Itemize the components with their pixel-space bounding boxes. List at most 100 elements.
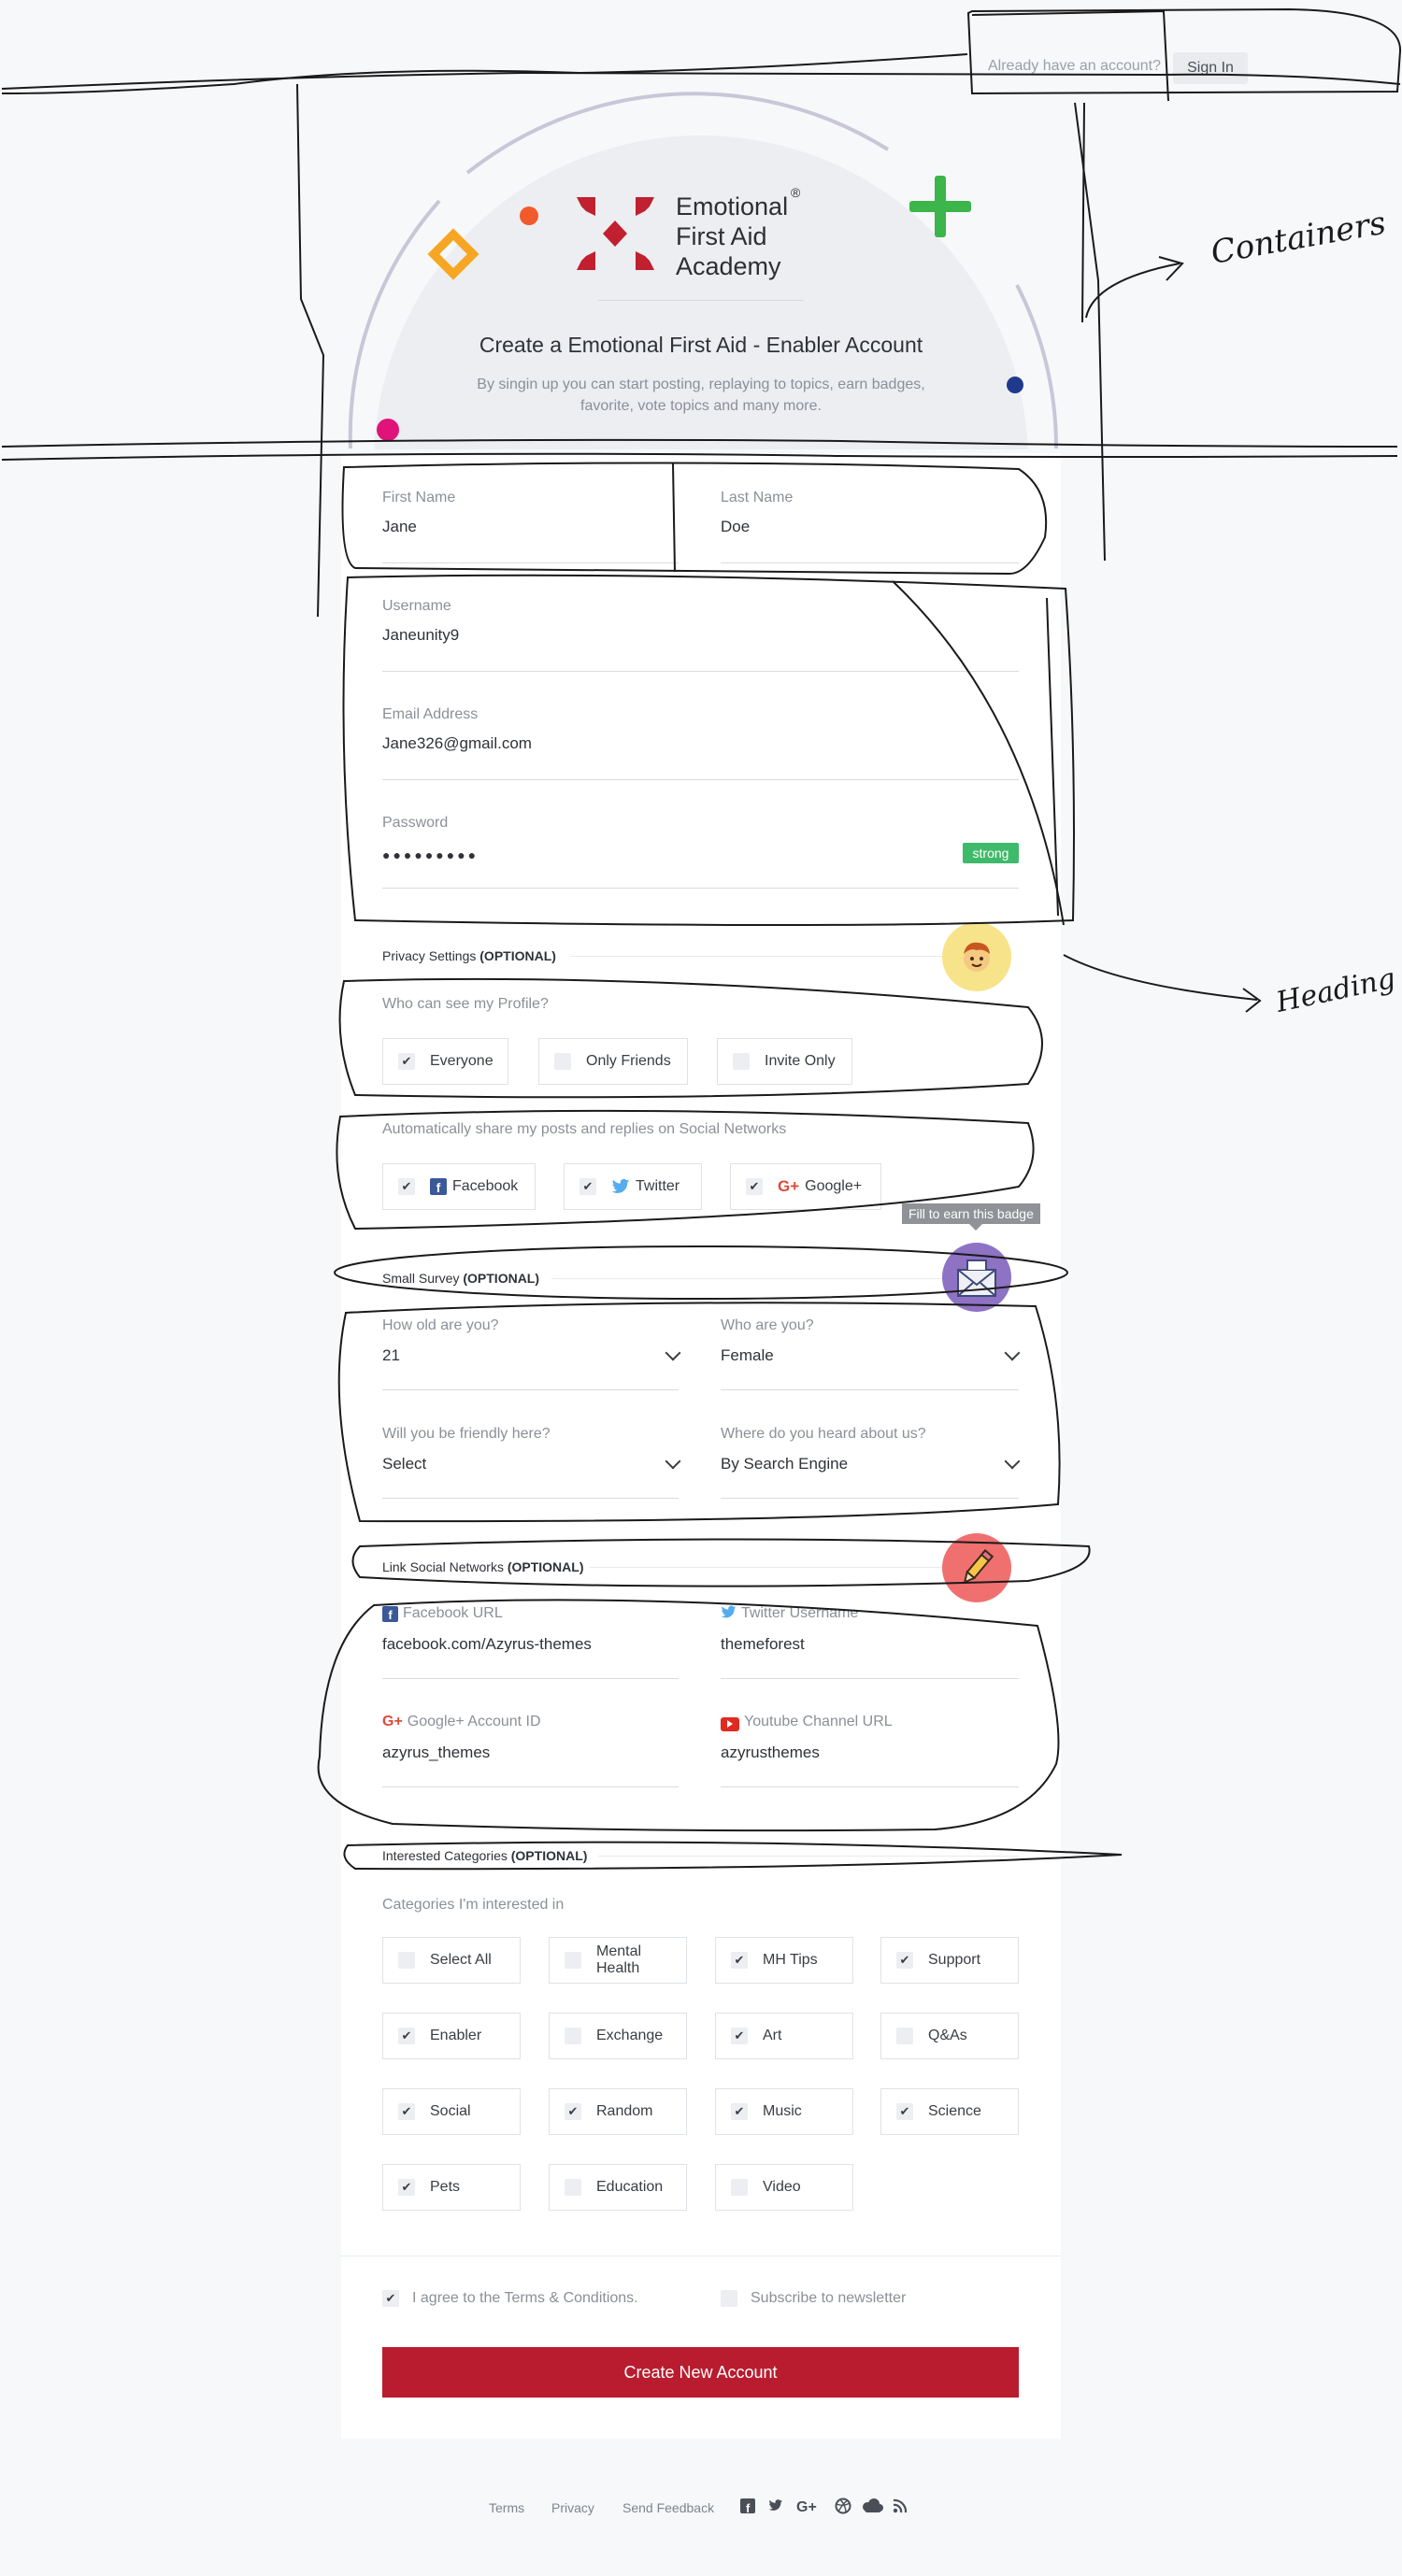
newsletter-label: Subscribe to newsletter xyxy=(751,2290,907,2306)
google-id-label: G+ Google+ Account ID xyxy=(382,1714,541,1730)
checkbox-select-all[interactable] xyxy=(398,1952,415,1969)
share-facebook[interactable]: ✔ f Facebook xyxy=(382,1163,536,1210)
category-mh-tips[interactable]: ✔ MH Tips xyxy=(715,1937,853,1984)
category-pets[interactable]: ✔ Pets xyxy=(382,2164,521,2211)
category-video[interactable]: Video xyxy=(715,2164,853,2211)
logo-text: Emotional First Aid Academy xyxy=(676,192,788,281)
category-enabler[interactable]: ✔ Enabler xyxy=(382,2013,521,2059)
checkbox-social[interactable]: ✔ xyxy=(398,2103,415,2120)
youtube-url-label-text: Youtube Channel URL xyxy=(744,1714,893,1729)
category-science[interactable]: ✔ Science xyxy=(880,2088,1019,2135)
badge-avatar-icon xyxy=(942,922,1011,991)
checkbox-mh-tips[interactable]: ✔ xyxy=(731,1952,748,1969)
twitter-username-underline xyxy=(721,1678,1019,1679)
category-support[interactable]: ✔ Support xyxy=(880,1937,1019,1984)
share-google-plus[interactable]: ✔ G+ Google+ xyxy=(730,1163,881,1210)
twitter-username-field[interactable]: themeforest xyxy=(721,1635,805,1654)
friendly-underline xyxy=(382,1498,679,1499)
google-plus-label: Google+ xyxy=(805,1178,863,1194)
checkbox-exchange[interactable] xyxy=(565,2028,581,2044)
password-label: Password xyxy=(382,815,449,831)
category-education[interactable]: Education xyxy=(549,2164,687,2211)
checkbox-terms[interactable]: ✔ xyxy=(382,2290,399,2307)
facebook-small-icon: f xyxy=(382,1606,398,1622)
checkbox-enabler[interactable]: ✔ xyxy=(398,2028,415,2044)
youtube-icon xyxy=(721,1716,739,1731)
checkbox-art[interactable]: ✔ xyxy=(731,2028,748,2044)
checkbox-newsletter[interactable] xyxy=(721,2290,737,2307)
google-id-field[interactable]: azyrus_themes xyxy=(382,1743,490,1762)
logo-line2: First Aid xyxy=(676,222,767,250)
checkbox-science[interactable]: ✔ xyxy=(896,2103,913,2120)
category-art[interactable]: ✔ Art xyxy=(715,2013,853,2059)
social-optional: (OPTIONAL) xyxy=(507,1559,584,1574)
terms-checkbox-row[interactable]: ✔ I agree to the Terms & Conditions. xyxy=(382,2290,638,2307)
username-field[interactable]: Janeunity9 xyxy=(382,626,459,645)
password-field[interactable]: ●●●●●●●●● xyxy=(382,847,479,862)
category-mental-health[interactable]: Mental Health xyxy=(549,1937,687,1984)
footer-terms-link[interactable]: Terms xyxy=(489,2500,524,2515)
option-invite-only[interactable]: Invite Only xyxy=(717,1038,852,1085)
category-select-all[interactable]: Select All xyxy=(382,1937,521,1984)
footer-feedback-link[interactable]: Send Feedback xyxy=(622,2500,714,2515)
first-name-field[interactable]: Jane xyxy=(382,518,417,536)
checkbox-education[interactable] xyxy=(565,2179,581,2196)
youtube-url-label: Youtube Channel URL xyxy=(721,1714,893,1731)
checkbox-invite-only[interactable] xyxy=(733,1053,750,1070)
youtube-url-field[interactable]: azyrusthemes xyxy=(721,1743,820,1762)
logo-line1: Emotional xyxy=(676,192,789,221)
checkbox-pets[interactable]: ✔ xyxy=(398,2179,415,2196)
option-everyone[interactable]: ✔ Everyone xyxy=(382,1038,508,1085)
facebook-icon[interactable]: f xyxy=(740,2498,755,2515)
checkbox-mental-health[interactable] xyxy=(565,1952,581,1969)
checkbox-video[interactable] xyxy=(731,2179,748,2196)
twitter-icon[interactable] xyxy=(768,2499,782,2511)
hero-arc-left xyxy=(348,199,441,449)
google-id-underline xyxy=(382,1786,679,1787)
who-select[interactable]: Female xyxy=(721,1346,774,1365)
share-twitter[interactable]: ✔ Twitter xyxy=(564,1163,702,1210)
checkbox-google-plus[interactable]: ✔ xyxy=(746,1178,763,1195)
heard-label: Where do you heard about us? xyxy=(721,1426,926,1442)
blue-dot xyxy=(1007,377,1023,393)
create-account-button[interactable]: Create New Account xyxy=(382,2347,1019,2398)
social-title-text: Link Social Networks xyxy=(382,1559,504,1574)
dribbble-icon[interactable] xyxy=(835,2498,851,2514)
heard-select[interactable]: By Search Engine xyxy=(721,1455,848,1473)
category-random[interactable]: ✔ Random xyxy=(549,2088,687,2135)
social-section-line xyxy=(589,1567,944,1568)
sketch-heading-label: Heading xyxy=(1272,962,1398,1019)
only-friends-label: Only Friends xyxy=(586,1053,671,1069)
last-name-field[interactable]: Doe xyxy=(721,518,750,536)
cloud-icon[interactable] xyxy=(863,2498,883,2512)
twitter-username-label-text: Twitter Username xyxy=(741,1605,859,1621)
category-label: Music xyxy=(763,2103,802,2119)
category-exchange[interactable]: Exchange xyxy=(549,2013,687,2059)
rss-icon[interactable] xyxy=(893,2498,908,2513)
footer-privacy-link[interactable]: Privacy xyxy=(551,2500,594,2515)
category-social[interactable]: ✔ Social xyxy=(382,2088,521,2135)
category-label: Art xyxy=(763,2028,782,2043)
youtube-url-underline xyxy=(721,1786,1019,1787)
age-select[interactable]: 21 xyxy=(382,1346,400,1365)
checkbox-only-friends[interactable] xyxy=(554,1053,571,1070)
friendly-select[interactable]: Select xyxy=(382,1455,426,1473)
checkbox-support[interactable]: ✔ xyxy=(896,1952,913,1969)
checkbox-everyone[interactable]: ✔ xyxy=(398,1053,415,1070)
category-label: Q&As xyxy=(928,2028,967,2043)
google-plus-icon[interactable]: G+ xyxy=(796,2499,817,2515)
option-only-friends[interactable]: Only Friends xyxy=(538,1038,688,1085)
checkbox-twitter[interactable]: ✔ xyxy=(579,1178,596,1195)
checkbox-random[interactable]: ✔ xyxy=(565,2103,581,2120)
checkbox-qas[interactable] xyxy=(896,2028,913,2044)
checkbox-music[interactable]: ✔ xyxy=(731,2103,748,2120)
newsletter-checkbox-row[interactable]: Subscribe to newsletter xyxy=(721,2290,906,2307)
category-music[interactable]: ✔ Music xyxy=(715,2088,853,2135)
checkbox-facebook[interactable]: ✔ xyxy=(398,1178,415,1195)
category-qas[interactable]: Q&As xyxy=(880,2013,1019,2059)
email-field[interactable]: Jane326@gmail.com xyxy=(382,734,532,753)
twitter-small-icon xyxy=(721,1605,737,1618)
logo-line3: Academy xyxy=(676,252,781,280)
privacy-section-line xyxy=(570,956,944,957)
facebook-url-field[interactable]: facebook.com/Azyrus-themes xyxy=(382,1635,592,1654)
